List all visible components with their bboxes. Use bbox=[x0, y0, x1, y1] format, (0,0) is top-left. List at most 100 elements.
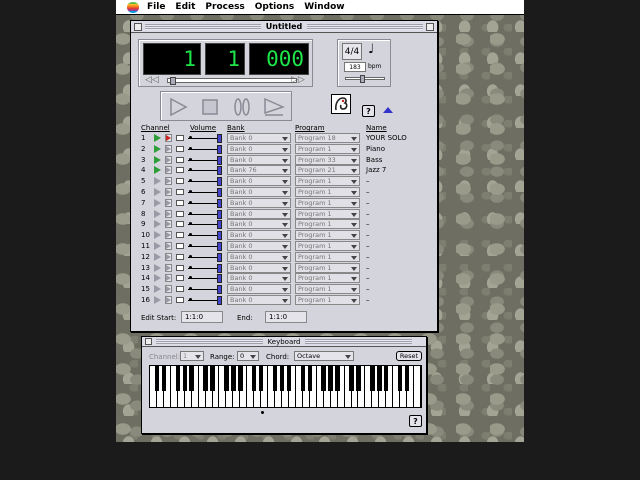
menu-edit[interactable]: Edit bbox=[175, 2, 195, 12]
channel-mute-icon[interactable] bbox=[176, 221, 184, 228]
help-button[interactable]: ? bbox=[362, 105, 375, 117]
pause-button[interactable] bbox=[229, 95, 255, 118]
volume-slider[interactable] bbox=[188, 300, 220, 301]
bank-select[interactable]: Bank 0 bbox=[227, 241, 291, 251]
program-select[interactable]: Program 1 bbox=[295, 208, 360, 219]
black-key[interactable] bbox=[397, 366, 403, 391]
volume-slider-thumb[interactable] bbox=[217, 274, 222, 284]
black-key[interactable] bbox=[349, 366, 354, 391]
bank-select[interactable]: Bank 0 bbox=[227, 230, 291, 241]
bank-select[interactable]: Bank 0 bbox=[227, 295, 291, 305]
channel-name[interactable]: – bbox=[366, 188, 370, 196]
volume-slider[interactable] bbox=[188, 256, 220, 258]
volume-slider[interactable] bbox=[188, 202, 220, 204]
channel-record-icon[interactable] bbox=[165, 209, 172, 218]
channel-name[interactable]: – bbox=[366, 274, 370, 282]
channel-play-icon[interactable] bbox=[154, 285, 161, 294]
edit-start-field[interactable]: 1:1:0 bbox=[181, 311, 223, 323]
bank-select[interactable]: Bank 0 bbox=[227, 284, 291, 295]
channel-record-icon[interactable] bbox=[165, 263, 172, 272]
channel-mute-icon[interactable] bbox=[176, 135, 184, 141]
end-field[interactable]: 1:1:0 bbox=[265, 311, 307, 323]
program-select[interactable]: Program 1 bbox=[295, 176, 360, 187]
black-key[interactable] bbox=[175, 366, 180, 391]
program-select[interactable]: Program 1 bbox=[295, 143, 360, 154]
channel-mute-icon[interactable] bbox=[176, 286, 184, 293]
volume-slider[interactable] bbox=[188, 181, 220, 183]
black-key[interactable] bbox=[321, 366, 326, 391]
channel-mute-icon[interactable] bbox=[176, 167, 184, 174]
tempo-slider[interactable] bbox=[345, 75, 385, 83]
bank-select[interactable]: Bank 76 bbox=[227, 165, 291, 176]
position-scrubber[interactable] bbox=[167, 77, 297, 85]
channel-name[interactable]: Jazz 7 bbox=[366, 166, 386, 174]
white-key[interactable] bbox=[414, 366, 421, 407]
menu-file[interactable]: File bbox=[147, 2, 165, 12]
volume-slider[interactable] bbox=[188, 159, 220, 161]
channel-play-icon[interactable] bbox=[154, 220, 161, 229]
channel-play-icon[interactable] bbox=[154, 155, 161, 164]
program-select[interactable]: Program 1 bbox=[295, 273, 360, 284]
program-select[interactable]: Program 21 bbox=[295, 165, 360, 176]
volume-slider[interactable] bbox=[188, 267, 220, 269]
time-signature[interactable]: 4/4 bbox=[342, 43, 362, 60]
volume-slider-thumb[interactable] bbox=[217, 242, 222, 251]
channel-record-icon[interactable] bbox=[165, 274, 172, 283]
channel-play-icon[interactable] bbox=[154, 166, 161, 175]
black-key[interactable] bbox=[258, 366, 264, 391]
channel-mute-icon[interactable] bbox=[176, 156, 184, 163]
volume-slider[interactable] bbox=[188, 246, 220, 247]
channel-record-icon[interactable] bbox=[165, 155, 172, 164]
window-titlebar[interactable]: Untitled bbox=[131, 21, 437, 33]
black-key[interactable] bbox=[182, 366, 187, 391]
volume-slider-thumb[interactable] bbox=[217, 296, 222, 305]
piano-keyboard[interactable] bbox=[149, 365, 422, 408]
channel-name[interactable]: Piano bbox=[366, 145, 385, 153]
volume-slider-thumb[interactable] bbox=[217, 155, 222, 165]
record-button[interactable] bbox=[261, 95, 287, 118]
channel-mute-icon[interactable] bbox=[176, 199, 184, 206]
volume-slider-thumb[interactable] bbox=[217, 209, 222, 219]
bank-select[interactable]: Bank 0 bbox=[227, 154, 291, 165]
channel-record-icon[interactable] bbox=[165, 231, 172, 240]
channel-mute-icon[interactable] bbox=[176, 243, 184, 249]
program-select[interactable]: Program 1 bbox=[295, 197, 360, 208]
volume-slider-thumb[interactable] bbox=[217, 134, 222, 143]
rewind-arrow-icon[interactable]: ◁◁ bbox=[145, 75, 159, 85]
stop-button[interactable] bbox=[197, 95, 223, 118]
volume-slider-thumb[interactable] bbox=[217, 188, 222, 197]
volume-slider-thumb[interactable] bbox=[217, 198, 222, 208]
volume-slider-thumb[interactable] bbox=[217, 252, 222, 262]
range-select[interactable]: 0 bbox=[237, 351, 259, 361]
channel-mute-icon[interactable] bbox=[176, 297, 184, 303]
black-key[interactable] bbox=[384, 366, 389, 391]
black-key[interactable] bbox=[189, 366, 194, 391]
black-key[interactable] bbox=[335, 366, 340, 391]
volume-slider-thumb[interactable] bbox=[217, 177, 222, 187]
menu-window[interactable]: Window bbox=[304, 2, 344, 12]
channel-record-icon[interactable] bbox=[165, 296, 172, 304]
channel-record-icon[interactable] bbox=[165, 220, 172, 229]
program-select[interactable]: Program 33 bbox=[295, 154, 360, 165]
volume-slider[interactable] bbox=[188, 289, 220, 291]
channel-play-icon[interactable] bbox=[154, 209, 161, 218]
keyboard-close-box-icon[interactable] bbox=[145, 338, 152, 345]
apple-menu-icon[interactable] bbox=[127, 1, 139, 13]
volume-slider[interactable] bbox=[188, 235, 220, 237]
bank-select[interactable]: Bank 0 bbox=[227, 251, 291, 262]
volume-slider-thumb[interactable] bbox=[217, 263, 222, 273]
channel-name[interactable]: – bbox=[366, 242, 370, 250]
black-key[interactable] bbox=[272, 366, 278, 391]
black-key[interactable] bbox=[224, 366, 229, 391]
black-key[interactable] bbox=[238, 366, 243, 391]
channel-record-icon[interactable] bbox=[165, 198, 172, 207]
menu-process[interactable]: Process bbox=[205, 2, 244, 12]
channel-mute-icon[interactable] bbox=[176, 210, 184, 217]
channel-mute-icon[interactable] bbox=[176, 145, 184, 152]
channel-record-icon[interactable] bbox=[165, 166, 172, 175]
channel-name[interactable]: – bbox=[366, 220, 370, 228]
volume-slider[interactable] bbox=[188, 148, 220, 150]
bank-select[interactable]: Bank 0 bbox=[227, 197, 291, 208]
channel-record-icon[interactable] bbox=[165, 144, 172, 153]
volume-slider[interactable] bbox=[188, 170, 220, 172]
